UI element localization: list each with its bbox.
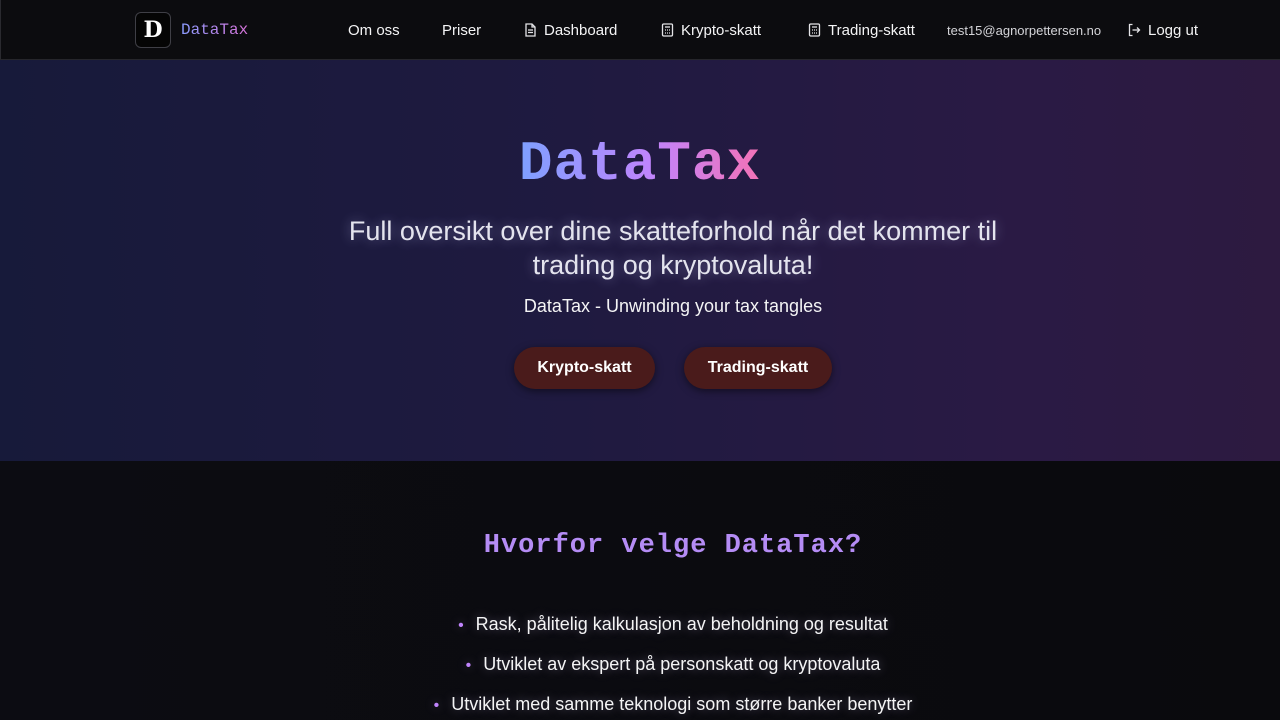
why-list: Rask, pålitelig kalkulasjon av beholdnin… <box>0 605 1280 720</box>
list-item: Rask, pålitelig kalkulasjon av beholdnin… <box>0 605 1280 645</box>
hero-section: DataTax Full oversikt over dine skattefo… <box>0 60 1280 461</box>
brand-logo-link[interactable]: D DataTax <box>135 12 248 48</box>
crypto-tax-button[interactable]: Krypto-skatt <box>514 347 655 389</box>
user-email: test15@agnorpettersen.no <box>947 22 1102 38</box>
list-item: Utviklet med samme teknologi som større … <box>0 685 1280 720</box>
calculator-icon <box>661 23 674 37</box>
logo-icon: D <box>135 12 171 48</box>
nav-link-pricing[interactable]: Priser <box>442 0 481 60</box>
nav-link-about[interactable]: Om oss <box>348 0 400 60</box>
nav-link-dashboard[interactable]: Dashboard <box>524 0 617 60</box>
logo-letter: D <box>143 17 163 43</box>
hero-title: DataTax <box>0 132 1280 196</box>
trading-tax-button[interactable]: Trading-skatt <box>684 347 832 389</box>
why-section: Hvorfor velge DataTax? Rask, pålitelig k… <box>0 461 1280 720</box>
logout-icon <box>1128 23 1141 37</box>
navbar: D DataTax Om oss Priser Dashboard Krypto… <box>0 0 1280 60</box>
hero-tagline: DataTax - Unwinding your tax tangles <box>523 296 823 316</box>
nav-link-crypto-label: Krypto-skatt <box>681 21 762 39</box>
hero-subtitle: Full oversikt over dine skatteforhold nå… <box>348 216 998 280</box>
nav-link-dashboard-label: Dashboard <box>544 21 618 39</box>
brand-name: DataTax <box>181 21 249 39</box>
logout-label: Logg ut <box>1148 21 1199 39</box>
hero-title-text: DataTax <box>518 132 762 196</box>
why-title: Hvorfor velge DataTax? <box>483 531 863 561</box>
nav-link-trading-label: Trading-skatt <box>828 21 915 39</box>
calculator-icon <box>808 23 821 37</box>
nav-link-trading[interactable]: Trading-skatt <box>808 0 915 60</box>
nav-link-crypto[interactable]: Krypto-skatt <box>661 0 761 60</box>
logout-button[interactable]: Logg ut <box>1127 0 1198 60</box>
list-item: Utviklet av ekspert på personskatt og kr… <box>0 645 1280 685</box>
document-icon <box>525 23 536 37</box>
